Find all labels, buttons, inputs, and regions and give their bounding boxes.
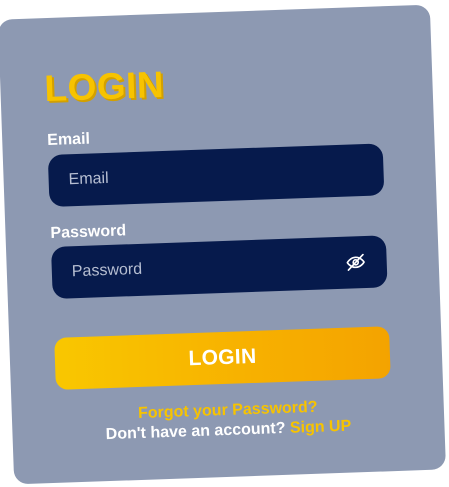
password-label: Password bbox=[50, 222, 127, 242]
no-account-text: Don't have an account? bbox=[105, 419, 286, 444]
email-input[interactable] bbox=[68, 162, 319, 190]
email-label: Email bbox=[46, 130, 91, 150]
password-field-container bbox=[50, 235, 388, 299]
login-title: LOGIN bbox=[43, 63, 165, 110]
password-input[interactable] bbox=[71, 254, 323, 282]
signup-link[interactable]: Sign UP bbox=[290, 418, 352, 437]
eye-off-icon[interactable] bbox=[344, 251, 367, 274]
email-field-container bbox=[47, 143, 385, 207]
login-card: LOGIN Email Password LOGIN Forgot your P… bbox=[0, 4, 446, 485]
login-button[interactable]: LOGIN bbox=[54, 326, 391, 390]
